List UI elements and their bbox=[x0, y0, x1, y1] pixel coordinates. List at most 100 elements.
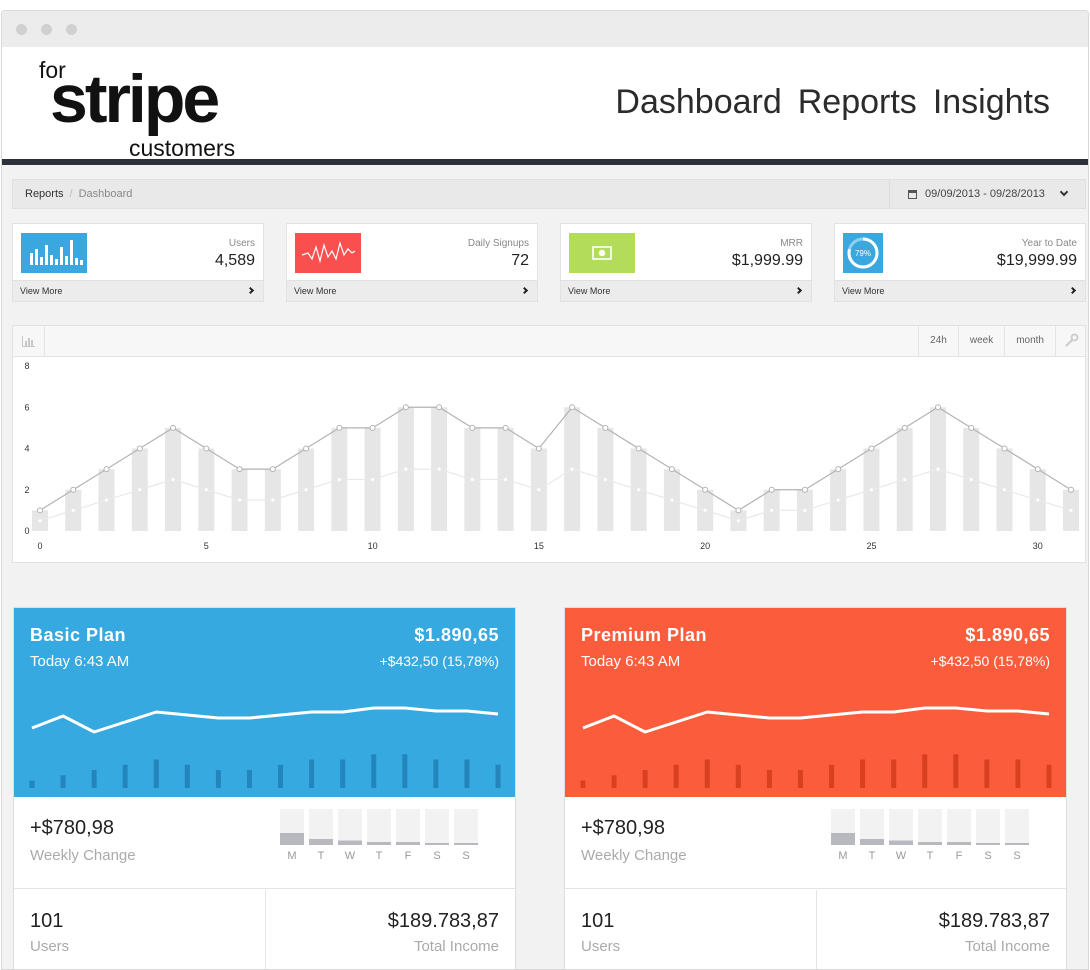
plan-sparkline bbox=[580, 706, 1052, 788]
spark-bar bbox=[1046, 764, 1052, 788]
view-more-link[interactable]: View More bbox=[287, 280, 537, 301]
breadcrumb-bar: Reports / Dashboard 09/09/2013 - 09/28/201… bbox=[12, 179, 1086, 209]
nav-insights[interactable]: Insights bbox=[933, 83, 1050, 122]
chart-point bbox=[136, 445, 143, 452]
plan-timestamp: Today 6:43 AM bbox=[30, 653, 130, 670]
chevron-right-icon bbox=[246, 286, 255, 295]
range-24h-button[interactable]: 24h bbox=[918, 326, 958, 356]
weekly-change-label: Weekly Change bbox=[30, 847, 136, 864]
spark-bar bbox=[704, 759, 710, 788]
spark-bar bbox=[371, 754, 377, 788]
chart-point bbox=[702, 507, 708, 513]
chart-point bbox=[270, 497, 276, 503]
chart-point bbox=[137, 487, 143, 493]
plan-timestamp: Today 6:43 AM bbox=[581, 653, 681, 670]
wrench-icon[interactable] bbox=[1055, 326, 1085, 356]
plan-name: Basic Plan bbox=[30, 625, 127, 645]
plan-amount: $1.890,65 bbox=[414, 625, 499, 645]
spark-bar bbox=[246, 770, 252, 788]
chart-point bbox=[902, 476, 908, 482]
window-minimize-dot[interactable] bbox=[41, 24, 52, 35]
chart-point bbox=[968, 424, 975, 431]
spark-bar bbox=[29, 780, 35, 788]
view-more-link[interactable]: View More bbox=[13, 280, 263, 301]
weekday-bar-fill bbox=[860, 839, 884, 845]
spark-bar bbox=[464, 759, 470, 788]
range-week-button[interactable]: week bbox=[957, 326, 1004, 356]
weekly-change-value: +$780,98 bbox=[30, 817, 114, 839]
chart-point bbox=[1034, 466, 1041, 473]
divider bbox=[265, 890, 266, 969]
spark-bar bbox=[860, 759, 866, 788]
date-range-picker[interactable]: 09/09/2013 - 09/28/2013 bbox=[889, 180, 1085, 208]
chart-point bbox=[503, 476, 509, 482]
chart-point bbox=[835, 497, 841, 503]
view-more-label: View More bbox=[20, 286, 63, 296]
chart-point bbox=[436, 404, 443, 411]
weekday-bar-track bbox=[1005, 809, 1029, 845]
view-more-link[interactable]: View More bbox=[835, 280, 1085, 301]
spark-bar bbox=[580, 780, 586, 788]
chart-point bbox=[203, 445, 210, 452]
window-zoom-dot[interactable] bbox=[66, 24, 77, 35]
divider bbox=[816, 890, 817, 969]
range-selector: 24h week month bbox=[918, 326, 1085, 356]
breadcrumb-separator: / bbox=[69, 188, 73, 200]
spark-bar bbox=[829, 764, 835, 788]
view-more-link[interactable]: View More bbox=[561, 280, 811, 301]
x-tick-label: 25 bbox=[866, 541, 876, 551]
chart-point bbox=[768, 486, 775, 493]
chart-point bbox=[369, 424, 376, 431]
chevron-down-icon bbox=[1059, 187, 1069, 197]
spark-bar bbox=[642, 770, 648, 788]
chart-point bbox=[934, 404, 941, 411]
window-close-dot[interactable] bbox=[16, 24, 27, 35]
spark-bar bbox=[922, 754, 928, 788]
chart-point bbox=[303, 445, 310, 452]
chart-icon bbox=[13, 326, 45, 356]
chart-point bbox=[370, 476, 376, 482]
weekday-bar-track bbox=[889, 809, 913, 845]
weekday-label: S bbox=[984, 850, 991, 862]
x-tick-label: 10 bbox=[368, 541, 378, 551]
weekday-bar-track bbox=[947, 809, 971, 845]
chart-point bbox=[901, 424, 908, 431]
spark-bar bbox=[340, 759, 346, 788]
plan-header: Basic Plan Today 6:43 AM $1.890,65 +$432… bbox=[14, 608, 515, 797]
weekday-label: S bbox=[1013, 850, 1020, 862]
chart-point bbox=[103, 466, 110, 473]
chart-point bbox=[1001, 487, 1007, 493]
logo-suffix: customers bbox=[129, 135, 236, 161]
spark-bar bbox=[953, 754, 959, 788]
chart-point bbox=[502, 424, 509, 431]
spark-bar bbox=[984, 759, 990, 788]
chart-point bbox=[1068, 486, 1074, 493]
weekday-label: M bbox=[838, 850, 847, 862]
plan-card-basic: Basic Plan Today 6:43 AM $1.890,65 +$432… bbox=[13, 607, 516, 969]
weekday-bar-track bbox=[454, 809, 478, 845]
nav-dashboard[interactable]: Dashboard bbox=[615, 83, 781, 122]
weekday-bar-fill bbox=[831, 833, 855, 845]
weekday-label: T bbox=[318, 850, 325, 862]
weekday-bars: MTWTFSS bbox=[280, 809, 478, 862]
chart-point bbox=[170, 476, 176, 482]
spark-bar bbox=[495, 764, 501, 788]
spark-bar bbox=[735, 764, 741, 788]
breadcrumb-reports[interactable]: Reports bbox=[25, 188, 64, 200]
spark-bar bbox=[215, 770, 221, 788]
weekday-bar-fill bbox=[309, 839, 333, 845]
weekly-change-row: +$780,98 Weekly Change M T W T F S S bbox=[565, 797, 1066, 889]
chart-point bbox=[868, 445, 875, 452]
range-month-button[interactable]: month bbox=[1004, 326, 1055, 356]
spark-bar bbox=[673, 764, 679, 788]
stat-value: 72 bbox=[511, 252, 529, 269]
weekday-bar-fill bbox=[1005, 843, 1029, 845]
total-income-label: Total Income bbox=[413, 938, 499, 955]
chart-point bbox=[37, 507, 43, 514]
chevron-right-icon bbox=[520, 286, 529, 295]
stat-value: $1,999.99 bbox=[731, 252, 803, 269]
chart-point bbox=[70, 486, 77, 493]
chart-point bbox=[535, 445, 542, 452]
nav-reports[interactable]: Reports bbox=[798, 83, 917, 122]
weekday-bar-fill bbox=[889, 840, 913, 845]
